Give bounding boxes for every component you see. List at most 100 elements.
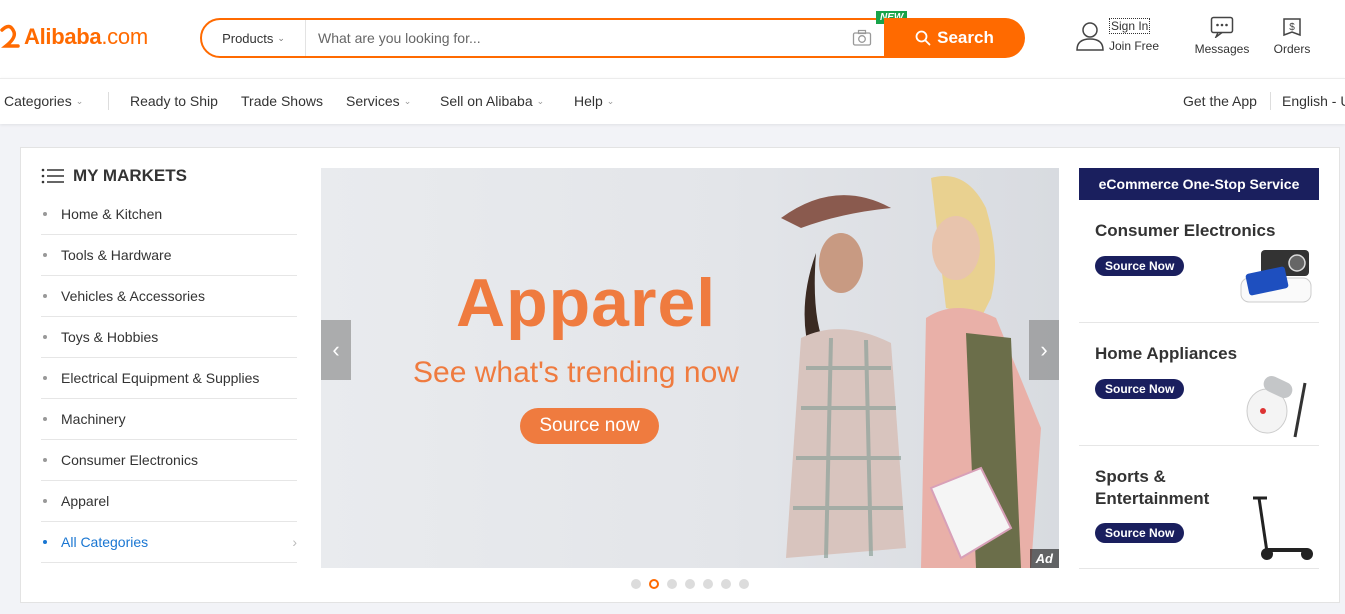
market-item-label: Vehicles & Accessories (61, 288, 205, 304)
hero-banner[interactable]: Apparel See what's trending now Source n… (321, 168, 1059, 568)
market-item-home-kitchen[interactable]: Home & Kitchen (41, 194, 297, 235)
chevron-down-icon: ⌄ (277, 32, 285, 43)
header: Alibaba.com Products ⌄ NEW Search (0, 0, 1345, 78)
scooter-product-image (1253, 496, 1313, 560)
camera-icon[interactable] (852, 29, 872, 47)
orders-icon: $ (1283, 18, 1301, 37)
market-item-electrical[interactable]: Electrical Equipment & Supplies (41, 358, 297, 399)
search-icon (915, 30, 931, 46)
search-category-dropdown[interactable]: Products ⌄ (202, 20, 306, 56)
nav-services[interactable]: Services ⌄ (346, 93, 411, 109)
user-icon[interactable] (1075, 20, 1105, 52)
bullet (43, 458, 47, 462)
chevron-down-icon: ⌄ (75, 95, 84, 106)
nav-services-label: Services (346, 93, 400, 109)
bullet (43, 540, 47, 544)
svg-text:$: $ (1289, 22, 1295, 33)
market-item-toys-hobbies[interactable]: Toys & Hobbies (41, 317, 297, 358)
nav-divider (108, 92, 109, 110)
nav-help[interactable]: Help ⌄ (574, 93, 614, 109)
search-category-label: Products (222, 30, 274, 46)
market-item-vehicles[interactable]: Vehicles & Accessories (41, 276, 297, 317)
header-actions: Sign In Join Free Messages $ Orders (1075, 16, 1327, 56)
market-item-machinery[interactable]: Machinery (41, 399, 297, 440)
sign-in-link[interactable]: Sign In (1109, 18, 1151, 34)
service-card-sports[interactable]: Sports & Entertainment Source Now (1079, 446, 1319, 569)
service-card-title: Home Appliances (1095, 344, 1238, 363)
market-item-consumer-electronics[interactable]: Consumer Electronics (41, 440, 297, 481)
nav-get-app[interactable]: Get the App (1183, 93, 1257, 109)
main-panel: MY MARKETS Home & Kitchen Tools & Hardwa… (20, 147, 1340, 603)
nav-divider (1270, 92, 1271, 110)
nav-categories[interactable]: Categories ⌄ (4, 93, 83, 109)
carousel-dot[interactable] (739, 579, 749, 589)
bullet (43, 253, 47, 257)
market-item-tools-hardware[interactable]: Tools & Hardware (41, 235, 297, 276)
service-card-title: Consumer Electronics (1095, 221, 1276, 240)
nav-sell[interactable]: Sell on Alibaba ⌄ (440, 93, 544, 109)
messages-button[interactable]: Messages (1187, 16, 1257, 56)
chevron-left-icon: ‹ (332, 337, 340, 362)
bullet (43, 294, 47, 298)
nav-language[interactable]: English - U (1282, 93, 1345, 109)
bullet (43, 499, 47, 503)
carousel-dots (631, 579, 749, 589)
chevron-down-icon: ⌄ (403, 95, 412, 106)
market-item-label: Home & Kitchen (61, 206, 163, 222)
alibaba-logo[interactable]: Alibaba.com (0, 24, 148, 50)
carousel-dot[interactable] (721, 579, 731, 589)
source-now-button[interactable]: Source Now (1095, 379, 1185, 399)
banner-subtitle: See what's trending now (413, 356, 739, 389)
service-heading: eCommerce One-Stop Service (1079, 168, 1319, 200)
bullet (43, 376, 47, 380)
banner-next-button[interactable]: › (1029, 320, 1059, 380)
source-now-button[interactable]: Source Now (1095, 256, 1185, 276)
chevron-right-icon: › (292, 534, 297, 550)
ad-tag: Ad (1029, 549, 1059, 568)
banner-prev-button[interactable]: ‹ (321, 320, 351, 380)
bullet (43, 212, 47, 216)
market-item-label: Electrical Equipment & Supplies (61, 370, 260, 386)
appliance-product-image (1246, 376, 1307, 438)
market-item-label: Apparel (61, 493, 110, 509)
nav-get-app-label: Get the App (1183, 93, 1257, 109)
account-links: Sign In Join Free (1109, 16, 1159, 56)
banner-title: Apparel (456, 265, 717, 341)
carousel-dot[interactable] (649, 579, 659, 589)
nav-categories-label: Categories (4, 93, 72, 109)
nav-ready-to-ship-label: Ready to Ship (130, 93, 218, 109)
nav-trade-shows[interactable]: Trade Shows (241, 93, 323, 109)
market-item-label: Tools & Hardware (61, 247, 172, 263)
account-block: Sign In Join Free (1075, 16, 1187, 56)
orders-button[interactable]: $ Orders (1257, 16, 1327, 56)
carousel-dot[interactable] (685, 579, 695, 589)
my-markets-title: MY MARKETS (41, 164, 297, 188)
carousel-dot[interactable] (631, 579, 641, 589)
search-button[interactable]: Search (884, 18, 1025, 58)
messages-label: Messages (1194, 42, 1250, 56)
nav-bar: Categories ⌄ Ready to Ship Trade Shows S… (0, 78, 1345, 124)
search-bar: Products ⌄ NEW Search (200, 11, 1025, 58)
market-item-label: Consumer Electronics (61, 452, 198, 468)
nav-help-label: Help (574, 93, 603, 109)
carousel-dot[interactable] (703, 579, 713, 589)
logo-text: Alibaba.com (24, 24, 148, 49)
source-now-button[interactable]: Source Now (1095, 523, 1185, 543)
all-categories-link[interactable]: All Categories › (41, 522, 297, 563)
banner-source-now-button[interactable]: Source now (520, 408, 659, 444)
bullet (43, 417, 47, 421)
nav-trade-shows-label: Trade Shows (241, 93, 323, 109)
market-item-apparel[interactable]: Apparel (41, 481, 297, 522)
nav-ready-to-ship[interactable]: Ready to Ship (130, 93, 218, 109)
my-markets-heading: MY MARKETS (73, 166, 187, 185)
service-card-home-appliances[interactable]: Home Appliances Source Now (1079, 323, 1319, 446)
all-categories-label: All Categories (61, 534, 149, 550)
market-item-label: Toys & Hobbies (61, 329, 159, 345)
service-card-title: Sports & Entertainment (1095, 467, 1210, 508)
bullet (43, 335, 47, 339)
join-free-link[interactable]: Join Free (1109, 36, 1159, 56)
charger-product-image (1240, 250, 1312, 303)
service-card-consumer-electronics[interactable]: Consumer Electronics Source Now (1079, 200, 1319, 323)
chevron-down-icon: ⌄ (606, 95, 615, 106)
carousel-dot[interactable] (667, 579, 677, 589)
